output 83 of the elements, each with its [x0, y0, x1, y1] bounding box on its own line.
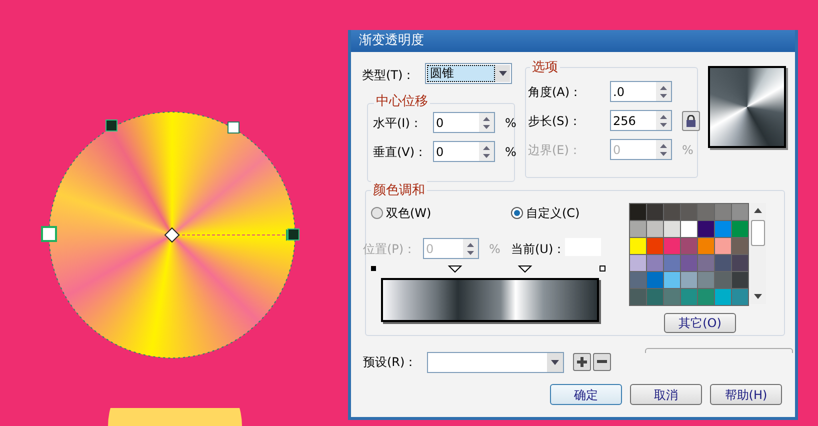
- spinner-arrows-icon[interactable]: [479, 142, 494, 161]
- color-swatch[interactable]: [630, 221, 646, 237]
- color-swatch[interactable]: [630, 289, 646, 305]
- preset-label: 预设(R)：: [363, 354, 417, 371]
- color-swatch[interactable]: [630, 272, 646, 288]
- color-swatch[interactable]: [681, 204, 697, 220]
- spin-field[interactable]: 256: [610, 110, 672, 131]
- spinner-arrows-icon[interactable]: [656, 111, 671, 130]
- lock-button[interactable]: [682, 110, 700, 130]
- field-label: 垂直(V)：: [373, 144, 427, 160]
- color-swatch[interactable]: [715, 238, 731, 254]
- color-swatch[interactable]: [732, 221, 748, 237]
- field-label: 角度(A)：: [528, 84, 583, 100]
- color-swatch[interactable]: [732, 272, 748, 288]
- color-swatch[interactable]: [698, 204, 714, 220]
- color-swatch[interactable]: [732, 238, 748, 254]
- color-swatch[interactable]: [698, 272, 714, 288]
- scroll-up-icon[interactable]: [754, 208, 762, 213]
- dialog-button[interactable]: 取消: [630, 384, 702, 405]
- spin-field[interactable]: 0: [433, 141, 495, 162]
- slider-track[interactable]: [645, 348, 793, 353]
- color-swatch[interactable]: [732, 255, 748, 271]
- color-swatch[interactable]: [698, 289, 714, 305]
- color-swatch[interactable]: [681, 255, 697, 271]
- spinner-arrows-icon[interactable]: [656, 82, 671, 101]
- field-label: 水平(I)：: [373, 114, 423, 132]
- type-label: 类型(T)：: [362, 67, 415, 84]
- color-swatch[interactable]: [664, 255, 680, 271]
- color-swatch[interactable]: [681, 221, 697, 237]
- type-dropdown[interactable]: 圆锥: [425, 63, 512, 84]
- color-swatch[interactable]: [698, 238, 714, 254]
- color-swatch[interactable]: [732, 204, 748, 220]
- color-swatch[interactable]: [630, 204, 646, 220]
- color-swatch[interactable]: [647, 255, 663, 271]
- current-label: 当前(U)：: [511, 241, 566, 258]
- color-swatch[interactable]: [647, 204, 663, 220]
- color-swatch[interactable]: [647, 289, 663, 305]
- minus-icon: [597, 360, 607, 364]
- unit-label: %: [505, 114, 516, 132]
- plus-icon: [577, 357, 587, 367]
- color-swatch[interactable]: [647, 221, 663, 237]
- color-swatch[interactable]: [681, 289, 697, 305]
- color-swatch[interactable]: [715, 221, 731, 237]
- field-label: 边界(E)：: [528, 142, 582, 158]
- color-swatch[interactable]: [664, 272, 680, 288]
- radio-option[interactable]: 自定义(C): [511, 204, 621, 222]
- spin-field[interactable]: .0: [610, 81, 672, 102]
- field-label: 步长(S)：: [528, 112, 582, 130]
- window-title: 渐变透明度: [359, 32, 424, 50]
- color-swatch[interactable]: [664, 289, 680, 305]
- color-swatch[interactable]: [715, 289, 731, 305]
- lock-icon: [686, 114, 696, 126]
- unit-label: %: [505, 144, 516, 160]
- color-swatch[interactable]: [715, 272, 731, 288]
- color-swatch[interactable]: [664, 221, 680, 237]
- color-swatch[interactable]: [732, 289, 748, 305]
- color-swatch[interactable]: [698, 255, 714, 271]
- color-swatch[interactable]: [681, 272, 697, 288]
- spin-field[interactable]: 0: [433, 112, 495, 133]
- other-button[interactable]: 其它(O): [664, 313, 736, 333]
- dialog-button[interactable]: 确定: [550, 384, 622, 405]
- scroll-down-icon[interactable]: [754, 294, 762, 299]
- remove-button[interactable]: [593, 353, 611, 371]
- color-swatch[interactable]: [647, 238, 663, 254]
- unit-label: %: [489, 240, 500, 258]
- color-swatch[interactable]: [698, 221, 714, 237]
- color-swatch[interactable]: [630, 238, 646, 254]
- color-swatch[interactable]: [664, 238, 680, 254]
- gradient-bar[interactable]: [381, 278, 599, 322]
- color-swatch[interactable]: [664, 204, 680, 220]
- color-swatch[interactable]: [647, 272, 663, 288]
- spinner-arrows-icon[interactable]: [479, 113, 494, 132]
- scroll-thumb[interactable]: [751, 220, 765, 246]
- add-button[interactable]: [573, 353, 591, 371]
- color-swatch[interactable]: [715, 255, 731, 271]
- color-swatch[interactable]: [630, 255, 646, 271]
- preset-dropdown[interactable]: [427, 352, 564, 373]
- dialog-button[interactable]: 帮助(H): [710, 384, 782, 405]
- field-label: 位置(P)：: [363, 240, 417, 258]
- unit-label: %: [682, 142, 694, 158]
- radio-option[interactable]: 双色(W): [371, 204, 481, 222]
- color-swatch[interactable]: [681, 238, 697, 254]
- color-swatch[interactable]: [715, 204, 731, 220]
